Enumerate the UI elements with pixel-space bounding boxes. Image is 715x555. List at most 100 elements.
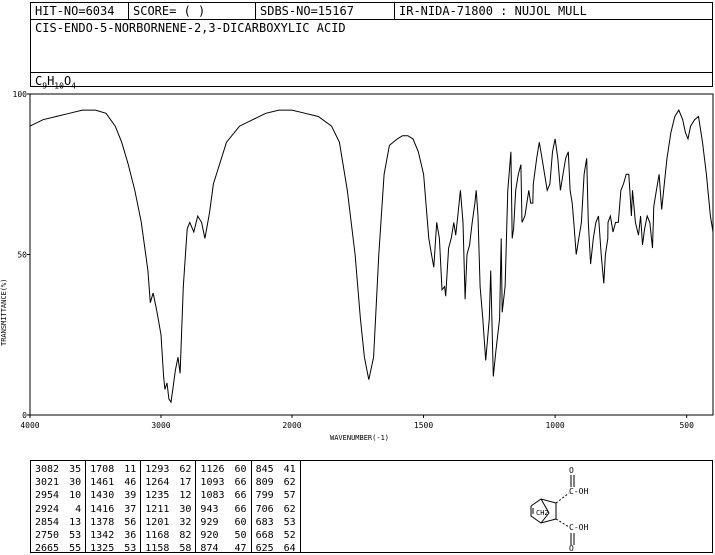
- peak-transmittance: 64: [283, 543, 296, 555]
- peak-transmittance: 60: [234, 516, 247, 528]
- peak-transmittance: 12: [179, 490, 192, 502]
- peak-wavenumber: 799: [255, 490, 274, 502]
- peak-wavenumber: 1093: [200, 477, 225, 489]
- peak-wavenumber: 920: [200, 530, 219, 542]
- peak-row: 845 41: [256, 463, 296, 476]
- peak-row: 809 62: [256, 476, 296, 489]
- structure-top-oxygen: O: [569, 466, 574, 475]
- peak-transmittance: 62: [179, 464, 192, 475]
- x-axis: 4000 3000 2000 1500 1000 500: [20, 415, 694, 430]
- peak-transmittance: 41: [283, 464, 296, 475]
- x-tick-label: 1500: [414, 421, 433, 430]
- peak-transmittance: 46: [124, 477, 137, 489]
- peak-row: 874 47: [200, 542, 246, 555]
- peak-row: 1293 62: [145, 463, 191, 476]
- peak-wavenumber: 1293: [145, 464, 170, 475]
- peak-transmittance: 17: [179, 477, 192, 489]
- peak-row: 2854 13: [35, 516, 81, 529]
- x-tick-label: 2000: [282, 421, 301, 430]
- peak-transmittance: 58: [179, 543, 192, 555]
- peak-transmittance: 66: [234, 490, 247, 502]
- peak-transmittance: 53: [283, 516, 296, 528]
- peak-wavenumber: 2954: [35, 490, 60, 502]
- ir-spectrum-chart: 100500 4000 3000 2000 1500 1000 500 TRANSMITT…: [0, 90, 714, 442]
- score: SCORE= ( ): [129, 3, 256, 19]
- peak-transmittance: 53: [69, 530, 82, 542]
- peak-row: 1083 66: [200, 489, 246, 502]
- peak-wavenumber: 1430: [90, 490, 115, 502]
- peak-transmittance: 52: [283, 530, 296, 542]
- sdbs-number: SDBS-NO=15167: [256, 3, 395, 19]
- peak-wavenumber: 874: [200, 543, 219, 555]
- peak-wavenumber: 2854: [35, 516, 60, 528]
- peak-row: 1430 39: [90, 489, 136, 502]
- header-id-row: HIT-NO=6034 SCORE= ( ) SDBS-NO=15167 IR-…: [31, 3, 712, 20]
- peak-row: 1126 60: [200, 463, 246, 476]
- x-tick-label: 500: [679, 421, 694, 430]
- peak-wavenumber: 2924: [35, 503, 60, 515]
- x-tick-label: 3000: [151, 421, 170, 430]
- peak-wavenumber: 1168: [145, 530, 170, 542]
- peak-wavenumber: 1211: [145, 503, 170, 515]
- structure-ch2-bridge: CH2: [536, 509, 549, 517]
- peak-row: 3021 30: [35, 476, 81, 489]
- peak-row: 1416 37: [90, 503, 136, 516]
- peak-row: 2954 10: [35, 489, 81, 502]
- peak-wavenumber: 2665: [35, 543, 60, 555]
- peak-transmittance: 53: [124, 543, 137, 555]
- peak-column: 845 41 809 62 799 57 706 62 683 53 668 52 625 64: [252, 461, 300, 555]
- peak-row: 2665 55: [35, 542, 81, 555]
- peak-row: 683 53: [256, 516, 296, 529]
- x-tick-label: 1000: [545, 421, 564, 430]
- peak-wavenumber: 3082: [35, 464, 60, 475]
- peak-transmittance: 11: [124, 464, 137, 475]
- peak-row: 1342 36: [90, 529, 136, 542]
- peak-row: 1093 66: [200, 476, 246, 489]
- peak-transmittance: 4: [75, 503, 82, 515]
- structure-top-carboxyl: C-OH: [569, 487, 588, 496]
- peak-wavenumber: 1083: [200, 490, 225, 502]
- peak-transmittance: 30: [179, 503, 192, 515]
- peak-transmittance: 32: [179, 516, 192, 528]
- y-tick-label: 0: [22, 411, 27, 420]
- peak-wavenumber: 1378: [90, 516, 115, 528]
- peak-transmittance: 13: [69, 516, 82, 528]
- peak-transmittance: 30: [69, 477, 82, 489]
- peak-wavenumber: 1708: [90, 464, 115, 475]
- peak-row: 1235 12: [145, 489, 191, 502]
- molecule-structure: O C-OH CH2 C-OH O: [530, 466, 588, 552]
- peak-transmittance: 35: [69, 464, 82, 475]
- peak-transmittance: 66: [234, 477, 247, 489]
- spectrum-header: HIT-NO=6034 SCORE= ( ) SDBS-NO=15167 IR-…: [30, 2, 713, 90]
- peak-transmittance: 66: [234, 503, 247, 515]
- peak-row: 1264 17: [145, 476, 191, 489]
- peak-row: 3082 35: [35, 463, 81, 476]
- peak-row: 1168 82: [145, 529, 191, 542]
- structure-bottom-carboxyl: C-OH: [569, 523, 588, 532]
- peak-wavenumber: 1235: [145, 490, 170, 502]
- peak-wavenumber: 683: [255, 516, 274, 528]
- peak-transmittance: 60: [234, 464, 247, 475]
- peak-row: 668 52: [256, 529, 296, 542]
- peak-wavenumber: 1416: [90, 503, 115, 515]
- peak-row: 929 60: [200, 516, 246, 529]
- peak-transmittance: 62: [283, 503, 296, 515]
- compound-name: CIS-ENDO-5-NORBORNENE-2,3-DICARBOXYLIC A…: [31, 20, 712, 73]
- peak-row: 2924 4: [35, 503, 81, 516]
- peak-transmittance: 37: [124, 503, 137, 515]
- peak-row: 706 62: [256, 503, 296, 516]
- y-axis-label: TRANSMITTANCE(%): [0, 279, 8, 346]
- x-tick-label: 4000: [20, 421, 39, 430]
- peak-row: 1201 32: [145, 516, 191, 529]
- peak-transmittance: 36: [124, 530, 137, 542]
- peak-transmittance: 55: [69, 543, 82, 555]
- y-tick-label: 50: [17, 251, 27, 260]
- structure-bottom-oxygen: O: [569, 544, 574, 552]
- peak-column: 3082 35 3021 30 2954 10 2924 4 2854 13 2750 53 2665 5…: [31, 461, 87, 555]
- peak-list-panel: 3082 35 3021 30 2954 10 2924 4 2854 13 2750 53 2665 5…: [30, 460, 713, 555]
- peak-transmittance: 82: [179, 530, 192, 542]
- peak-wavenumber: 1126: [200, 464, 225, 475]
- peak-row: 2750 53: [35, 529, 81, 542]
- spectrum-line: [29, 109, 714, 404]
- peak-row: 1708 11: [90, 463, 136, 476]
